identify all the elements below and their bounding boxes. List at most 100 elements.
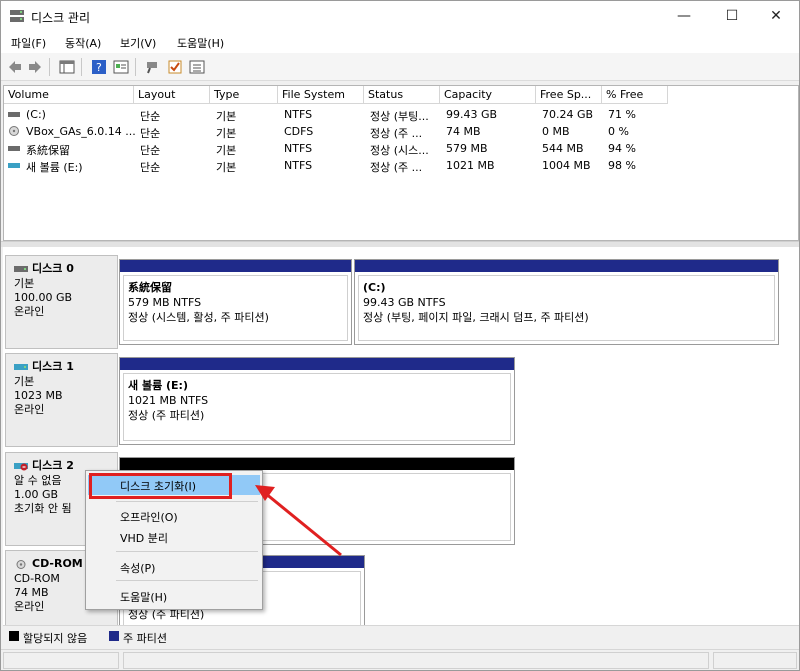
disk-icon	[14, 364, 28, 370]
disk-error-icon	[14, 463, 28, 471]
properties-icon[interactable]	[113, 59, 129, 75]
menu-file[interactable]: 파일(F)	[11, 35, 46, 51]
partition-info: 579 MB NTFS	[128, 296, 202, 309]
cell-type: 기본	[216, 127, 237, 140]
status-pane	[123, 652, 709, 669]
menu-item-offline[interactable]: 오프라인(O)	[88, 506, 260, 526]
cell-percent: 94 %	[608, 142, 636, 155]
partition-info: 1021 MB NTFS	[128, 394, 209, 407]
cell-layout: 단순	[140, 144, 161, 157]
cell-volume: VBox_GAs_6.0.14 ...	[26, 125, 136, 138]
column-header-file-system[interactable]: File System	[278, 86, 364, 104]
partition-bar	[120, 260, 351, 272]
disk-0-label[interactable]: 디스크 0 기본 100.00 GB 온라인	[5, 255, 118, 349]
menu-separator	[116, 501, 258, 502]
table-row[interactable]: VBox_GAs_6.0.14 ... 단순 기본 CDFS 정상 (주 ...…	[4, 123, 799, 140]
close-button[interactable]: ✕	[753, 1, 799, 31]
partition-title: 새 볼륨 (E:)	[128, 379, 188, 392]
partition-c[interactable]: (C:) 99.43 GB NTFS 정상 (부팅, 페이지 파일, 크래시 덤…	[354, 259, 779, 345]
disk-management-icon	[10, 10, 24, 22]
connect-icon[interactable]	[145, 59, 161, 75]
cell-type: 기본	[216, 144, 237, 157]
partition-status: 정상 (부팅, 페이지 파일, 크래시 덤프, 주 파티션)	[363, 311, 589, 324]
maximize-button[interactable]: ☐	[709, 1, 755, 31]
cell-status: 정상 (부팅...	[370, 110, 429, 123]
column-header-status[interactable]: Status	[364, 86, 440, 104]
table-row[interactable]: 系統保留 단순 기본 NTFS 정상 (시스... 579 MB 544 MB …	[4, 140, 799, 157]
minimize-button[interactable]: —	[661, 1, 707, 31]
disk-1-label[interactable]: 디스크 1 기본 1023 MB 온라인	[5, 353, 118, 447]
cell-fs: CDFS	[284, 125, 314, 138]
menu-item-help[interactable]: 도움말(H)	[88, 586, 260, 606]
disk-state: 온라인	[14, 305, 45, 318]
partition-status: 정상 (시스템, 활성, 주 파티션)	[128, 311, 269, 324]
menu-separator	[116, 580, 258, 581]
drive-icon	[8, 163, 20, 168]
partition-bar	[355, 260, 778, 272]
cell-fs: NTFS	[284, 108, 313, 121]
cell-percent: 98 %	[608, 159, 636, 172]
cell-type: 기본	[216, 161, 237, 174]
legend-label-unallocated: 할당되지 않음	[23, 632, 88, 645]
toolbar: ?	[1, 53, 799, 81]
cell-fs: NTFS	[284, 159, 313, 172]
status-bar	[1, 649, 799, 670]
cell-free: 544 MB	[542, 142, 584, 155]
help-icon[interactable]: ?	[91, 59, 107, 75]
title-bar: 디스크 관리 — ☐ ✕	[1, 1, 799, 31]
column-header-capacity[interactable]: Capacity	[440, 86, 536, 104]
partition-bar	[120, 458, 514, 470]
cell-layout: 단순	[140, 161, 161, 174]
menu-item-properties[interactable]: 속성(P)	[88, 557, 260, 577]
list-view-icon[interactable]	[189, 59, 205, 75]
forward-arrow-icon[interactable]	[27, 59, 43, 75]
cell-capacity: 74 MB	[446, 125, 481, 138]
partition-info: 99.43 GB NTFS	[363, 296, 446, 309]
partition-e[interactable]: 새 볼륨 (E:) 1021 MB NTFS 정상 (주 파티션)	[119, 357, 515, 445]
disk-type: 기본	[14, 277, 35, 290]
disk-management-window: 디스크 관리 — ☐ ✕ 파일(F) 동작(A) 보기(V) 도움말(H) ? …	[0, 0, 800, 671]
column-header-free-space[interactable]: Free Sp...	[536, 86, 602, 104]
console-tree-icon[interactable]	[59, 59, 75, 75]
status-pane	[713, 652, 797, 669]
disk-size: 100.00 GB	[14, 291, 73, 304]
cell-percent: 71 %	[608, 108, 636, 121]
partition-title: (C:)	[363, 281, 386, 294]
table-row[interactable]: (C:) 단순 기본 NTFS 정상 (부팅... 99.43 GB 70.24…	[4, 106, 799, 123]
menu-help[interactable]: 도움말(H)	[177, 35, 224, 51]
cell-layout: 단순	[140, 127, 161, 140]
checklist-icon[interactable]	[167, 59, 183, 75]
partition-status: 정상 (주 파티션)	[128, 409, 205, 422]
cell-capacity: 1021 MB	[446, 159, 495, 172]
partition-bar	[120, 358, 514, 370]
table-row[interactable]: 새 볼륨 (E:) 단순 기본 NTFS 정상 (주 ... 1021 MB 1…	[4, 157, 799, 174]
cell-free: 70.24 GB	[542, 108, 594, 121]
cell-free: 1004 MB	[542, 159, 591, 172]
back-arrow-icon[interactable]	[7, 59, 23, 75]
legend-label-primary: 주 파티션	[123, 632, 167, 645]
svg-text:?: ?	[96, 61, 102, 74]
cell-layout: 단순	[140, 110, 161, 123]
window-title: 디스크 관리	[31, 11, 91, 25]
partition-title: 系統保留	[128, 281, 172, 294]
cell-status: 정상 (주 ...	[370, 127, 423, 140]
column-header-volume[interactable]: Volume	[4, 86, 134, 104]
disk-icon	[14, 266, 28, 272]
menu-view[interactable]: 보기(V)	[120, 35, 156, 51]
partition-body: (C:) 99.43 GB NTFS 정상 (부팅, 페이지 파일, 크래시 덤…	[358, 275, 775, 341]
cell-status: 정상 (주 ...	[370, 161, 423, 174]
column-header-layout[interactable]: Layout	[134, 86, 210, 104]
volume-list: Volume Layout Type File System Status Ca…	[3, 85, 799, 241]
column-header-type[interactable]: Type	[210, 86, 278, 104]
cell-status: 정상 (시스...	[370, 144, 429, 157]
column-header-percent-free[interactable]: % Free	[602, 86, 668, 104]
menu-action[interactable]: 동작(A)	[65, 35, 101, 51]
disk-size: 1023 MB	[14, 389, 63, 402]
legend-swatch-primary	[109, 631, 119, 641]
drive-icon	[8, 112, 20, 117]
disk-type: 기본	[14, 375, 35, 388]
menu-item-detach-vhd[interactable]: VHD 분리	[88, 527, 260, 547]
partition-body: 새 볼륨 (E:) 1021 MB NTFS 정상 (주 파티션)	[123, 373, 511, 441]
menu-bar: 파일(F) 동작(A) 보기(V) 도움말(H)	[1, 31, 799, 53]
partition-system-reserved[interactable]: 系統保留 579 MB NTFS 정상 (시스템, 활성, 주 파티션)	[119, 259, 352, 345]
